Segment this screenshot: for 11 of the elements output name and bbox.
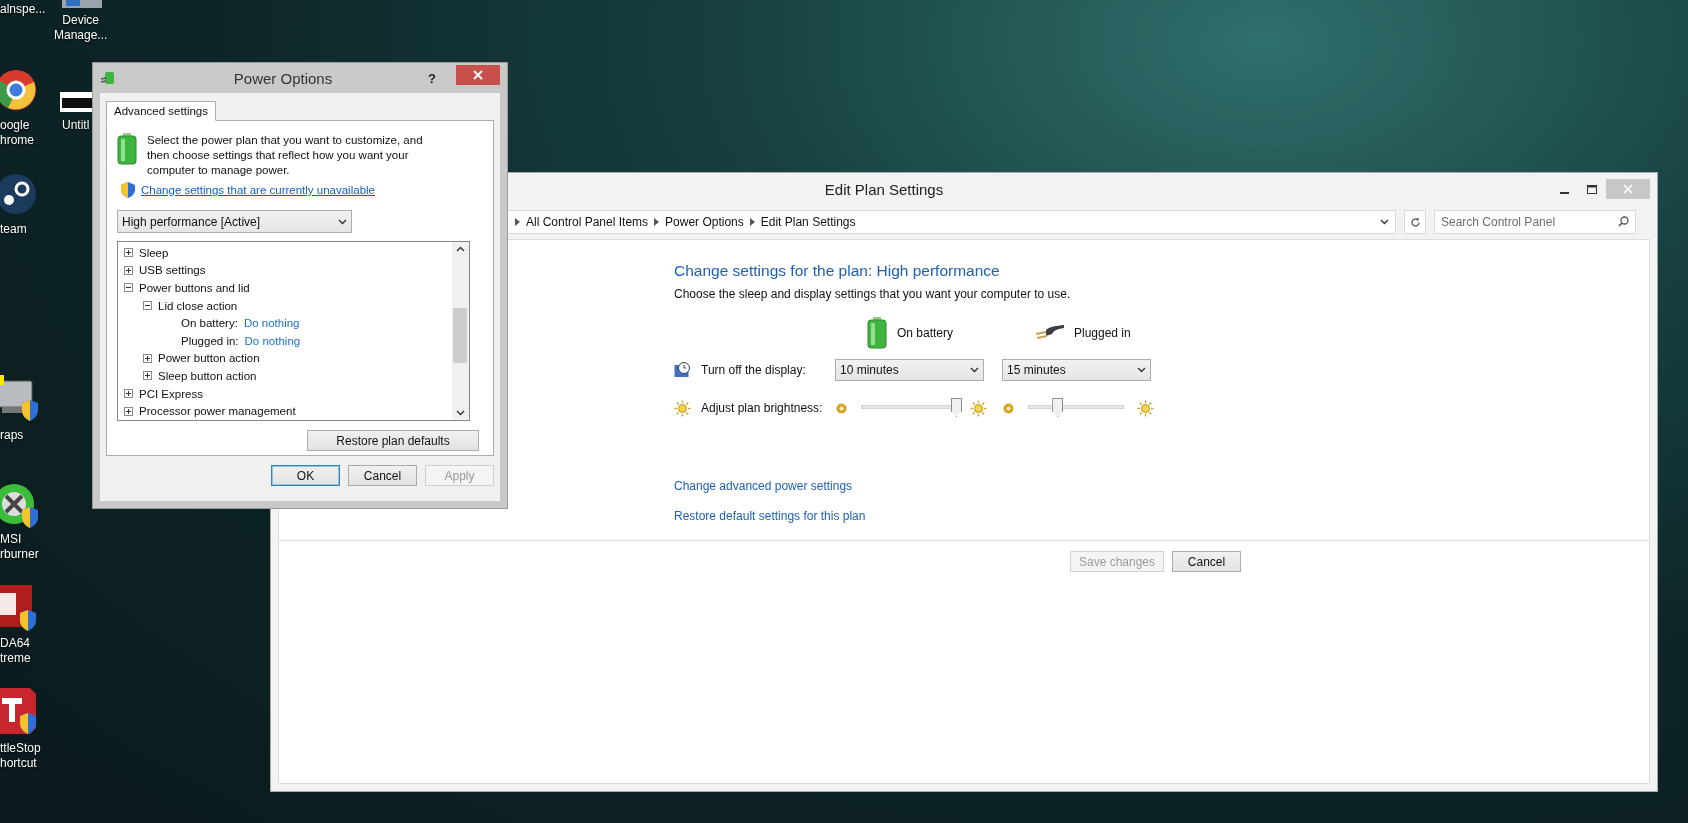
window-title: Edit Plan Settings	[824, 180, 944, 198]
setting-label: Turn off the display:	[701, 363, 806, 377]
dialog-title: Power Options	[232, 69, 334, 87]
setting-label: Plugged in:	[181, 334, 239, 347]
column-header: On battery	[897, 326, 954, 340]
setting-label: On battery:	[181, 317, 238, 330]
dialog-description: Select the power plan that you want to customize, and then choose settings that reflect how you want your computer to manage power.	[147, 133, 424, 178]
page-heading: Change settings for the plan: High performance	[674, 262, 1001, 280]
setting-label: Adjust plan brightness:	[701, 401, 823, 415]
column-header: Plugged in	[1074, 326, 1131, 340]
page-description: Choose the sleep and display settings that you want your computer to use.	[674, 287, 1072, 301]
